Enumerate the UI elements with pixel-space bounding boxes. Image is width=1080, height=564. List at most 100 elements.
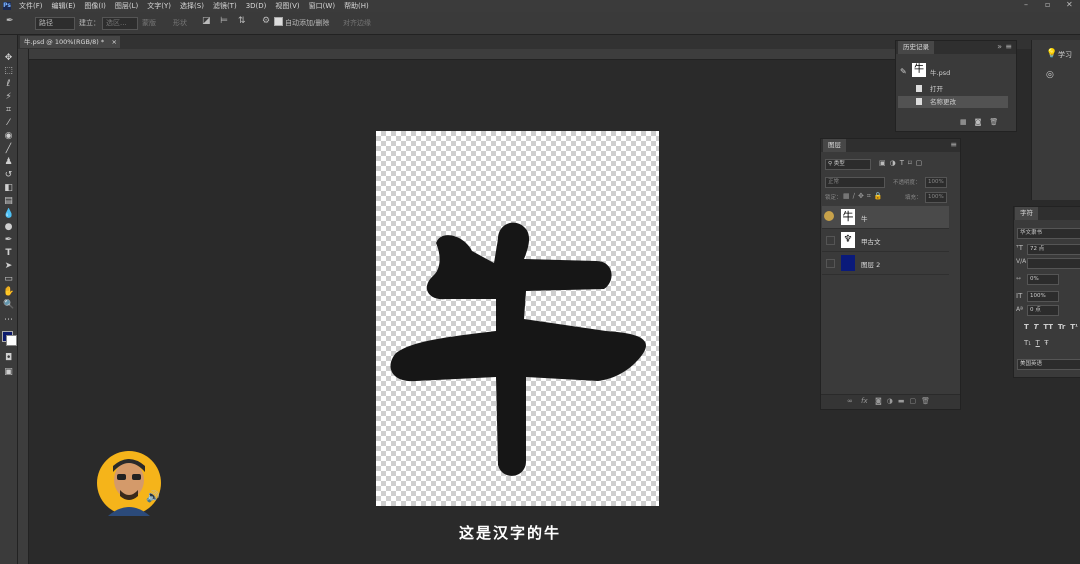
- pen-tool-icon[interactable]: ✒: [6, 16, 14, 26]
- layer-name[interactable]: 图层 2: [861, 259, 880, 269]
- font-family-select[interactable]: 华文隶书: [1017, 228, 1080, 239]
- dodge-tool-icon[interactable]: ●: [3, 222, 14, 232]
- menu-type[interactable]: 文字(Y): [147, 1, 171, 11]
- maximize-button[interactable]: ▫: [1045, 0, 1050, 9]
- link-layers-icon[interactable]: ∞: [847, 397, 853, 405]
- rectangle-tool-icon[interactable]: ▭: [3, 274, 14, 284]
- blend-mode-select[interactable]: 正常: [825, 177, 885, 188]
- pen-tool-icon[interactable]: ✒: [3, 235, 14, 245]
- menu-view[interactable]: 视图(V): [275, 1, 299, 11]
- align-edges-label[interactable]: 对齐边缘: [343, 18, 371, 28]
- panel-menu-icon[interactable]: ≡: [1005, 42, 1012, 51]
- path-ops-icon[interactable]: ◪: [202, 16, 211, 26]
- layer-filter-icons[interactable]: ▣◑T⌑▢: [879, 159, 926, 167]
- visibility-eye-icon[interactable]: [826, 236, 835, 245]
- path-selection-icon[interactable]: ➤: [3, 261, 14, 271]
- menu-select[interactable]: 选择(S): [180, 1, 204, 11]
- opacity-field[interactable]: 100%: [925, 177, 947, 188]
- faux-bold-button[interactable]: T: [1024, 323, 1029, 331]
- close-tab-icon[interactable]: ×: [112, 36, 117, 48]
- path-arrange-icon[interactable]: ⇅: [238, 16, 246, 26]
- baseline-shift-field[interactable]: 0 点: [1027, 305, 1059, 316]
- menu-help[interactable]: 帮助(H): [344, 1, 369, 11]
- screen-mode-icon[interactable]: ▣: [3, 367, 14, 377]
- learn-label[interactable]: 学习: [1058, 50, 1072, 60]
- strikethrough-button[interactable]: Ŧ: [1044, 339, 1048, 347]
- menu-edit[interactable]: 编辑(E): [52, 1, 76, 11]
- zoom-tool-icon[interactable]: 🔍: [3, 300, 14, 310]
- hand-tool-icon[interactable]: ✋: [3, 287, 14, 297]
- lock-icons[interactable]: ▦∕✥⌗🔒: [843, 192, 886, 201]
- layer-row[interactable]: ♆ 甲古文: [822, 229, 949, 252]
- type-tool-icon[interactable]: T: [3, 248, 14, 258]
- tracking-field[interactable]: 0%: [1027, 274, 1059, 285]
- type-style-buttons-row2[interactable]: T₁ T Ŧ: [1024, 339, 1049, 347]
- path-align-icon[interactable]: ⊨: [220, 16, 228, 26]
- more-tools-icon[interactable]: ⋯: [3, 315, 14, 325]
- learn-icon[interactable]: 💡: [1046, 49, 1057, 59]
- subscript-button[interactable]: T₁: [1024, 339, 1031, 347]
- history-item[interactable]: 打开: [898, 83, 1008, 95]
- history-brush-source-icon[interactable]: ✎: [900, 67, 907, 76]
- language-select[interactable]: 美国英语: [1017, 359, 1080, 370]
- minimize-button[interactable]: –: [1024, 0, 1028, 9]
- tab-character[interactable]: 字符: [1015, 207, 1038, 220]
- fill-field[interactable]: 100%: [925, 192, 947, 203]
- move-tool-icon[interactable]: ✥: [3, 53, 14, 63]
- all-caps-button[interactable]: TT: [1043, 323, 1053, 331]
- layer-action-icons[interactable]: ◙◑▬▢🗑: [875, 397, 935, 405]
- collapse-icon[interactable]: »: [997, 42, 1002, 51]
- menu-layer[interactable]: 图层(L): [115, 1, 138, 11]
- document-canvas[interactable]: [376, 131, 659, 506]
- tab-history[interactable]: 历史记录: [898, 41, 934, 54]
- layer-row[interactable]: 图层 2: [822, 252, 949, 275]
- layer-row[interactable]: 牛 牛: [822, 206, 949, 229]
- visibility-eye-icon[interactable]: [824, 211, 834, 221]
- brush-tool-icon[interactable]: ╱: [3, 144, 14, 154]
- history-item-selected[interactable]: 名称更改: [898, 96, 1008, 108]
- vertical-scale-field[interactable]: 100%: [1027, 291, 1059, 302]
- layer-filter-select[interactable]: ⚲ 类型: [825, 159, 871, 170]
- document-tab[interactable]: 牛.psd @ 100%(RGB/8) * ×: [20, 36, 120, 48]
- shape-button[interactable]: 形状: [173, 18, 187, 28]
- menu-3d[interactable]: 3D(D): [246, 2, 267, 10]
- gear-icon[interactable]: ⚙: [262, 16, 270, 26]
- libraries-icon[interactable]: ◎: [1046, 70, 1054, 80]
- visibility-eye-icon[interactable]: [826, 259, 835, 268]
- small-caps-button[interactable]: Tr: [1058, 323, 1065, 331]
- blur-tool-icon[interactable]: 💧: [3, 209, 14, 219]
- layer-name[interactable]: 牛: [861, 213, 868, 223]
- snapshot-name[interactable]: 牛.psd: [930, 67, 950, 77]
- mask-button[interactable]: 蒙版: [142, 18, 156, 28]
- close-window-button[interactable]: ✕: [1066, 0, 1073, 9]
- font-size-icon: ᵀT: [1016, 244, 1023, 252]
- history-brush-icon[interactable]: ↺: [3, 170, 14, 180]
- layer-name[interactable]: 甲古文: [861, 236, 881, 246]
- lasso-tool-icon[interactable]: ℓ: [3, 79, 14, 89]
- superscript-button[interactable]: T¹: [1070, 323, 1078, 331]
- background-color-swatch[interactable]: [6, 335, 17, 346]
- menu-file[interactable]: 文件(F): [19, 1, 43, 11]
- kerning-field[interactable]: [1027, 258, 1080, 269]
- type-style-buttons[interactable]: T T TT Tr T¹: [1024, 323, 1078, 331]
- underline-button[interactable]: T: [1036, 339, 1040, 347]
- fx-button[interactable]: fx: [861, 397, 868, 405]
- history-footer-icons[interactable]: ▦◙🗑: [960, 118, 1006, 126]
- crop-tool-icon[interactable]: ⌗: [3, 105, 14, 115]
- quick-mask-icon[interactable]: ◘: [3, 353, 14, 363]
- gradient-icon[interactable]: ▤: [3, 196, 14, 206]
- menu-image[interactable]: 图像(I): [84, 1, 106, 11]
- tab-layers[interactable]: 图层: [823, 139, 846, 152]
- font-size-field[interactable]: 72 点: [1027, 244, 1080, 255]
- faux-italic-button[interactable]: T: [1034, 323, 1039, 331]
- magic-wand-icon[interactable]: ⚡: [3, 92, 14, 102]
- clone-stamp-icon[interactable]: ♟: [3, 157, 14, 167]
- menu-window[interactable]: 窗口(W): [309, 1, 335, 11]
- auto-add-checkbox[interactable]: [274, 17, 283, 26]
- panel-menu-icon[interactable]: ≡: [950, 140, 957, 149]
- healing-brush-icon[interactable]: ◉: [3, 131, 14, 141]
- eraser-icon[interactable]: ◧: [3, 183, 14, 193]
- eyedropper-icon[interactable]: ⁄: [3, 118, 14, 128]
- marquee-tool-icon[interactable]: ⬚: [3, 66, 14, 76]
- menu-filter[interactable]: 滤镜(T): [213, 1, 237, 11]
